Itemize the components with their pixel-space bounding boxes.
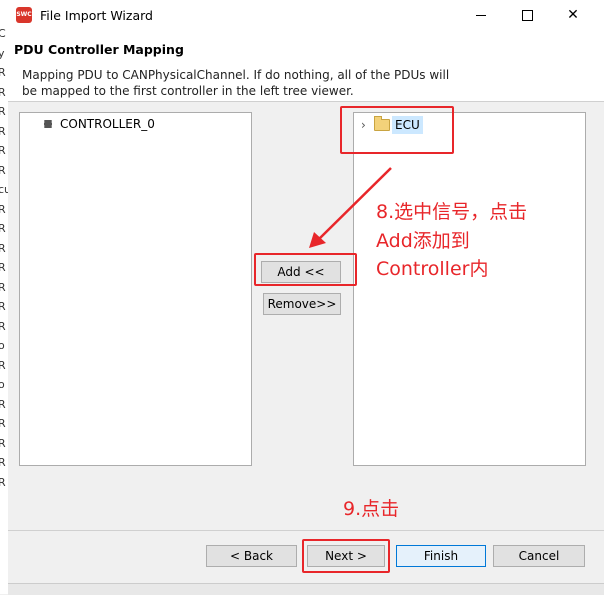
background-edge-char: R xyxy=(0,457,8,469)
background-edge-char: R xyxy=(0,321,8,333)
cancel-button[interactable]: Cancel xyxy=(493,545,585,567)
annotation-box-add xyxy=(254,253,357,286)
window-title: File Import Wizard xyxy=(40,8,153,23)
background-edge-char: R xyxy=(0,477,8,489)
tree-item-label: CONTROLLER_0 xyxy=(60,117,155,131)
next-button[interactable]: Next > xyxy=(307,545,385,567)
background-edge-char: y xyxy=(0,48,8,60)
page-description: Mapping PDU to CANPhysicalChannel. If do… xyxy=(22,68,450,98)
annotation-box-ecu xyxy=(340,106,454,154)
wizard-header: PDU Controller Mapping Mapping PDU to CA… xyxy=(8,31,604,102)
background-edge-char: R xyxy=(0,243,8,255)
background-edge-char: R xyxy=(0,165,8,177)
background-edge-char: R xyxy=(0,262,8,274)
minimize-button[interactable] xyxy=(458,0,504,31)
title-bar[interactable]: SWC File Import Wizard ✕ xyxy=(8,0,604,31)
back-button[interactable]: < Back xyxy=(206,545,297,567)
background-edge-char: R xyxy=(0,438,8,450)
close-button[interactable]: ✕ xyxy=(550,0,596,31)
controller-tree[interactable]: CONTROLLER_0 xyxy=(19,112,252,466)
pdu-tree[interactable]: › ECU xyxy=(353,112,586,466)
background-edge-char: R xyxy=(0,418,8,430)
dialog-bottom-edge xyxy=(8,583,604,595)
background-edge-char: R xyxy=(0,67,8,79)
annotation-step9: 9.点击 xyxy=(343,498,400,520)
annotation-step8-line1: 8.选中信号，点击 xyxy=(376,201,528,223)
background-edge-char: cu xyxy=(0,184,8,196)
remove-button[interactable]: Remove>> xyxy=(263,293,341,315)
annotation-step8-line3: Controller内 xyxy=(376,258,489,280)
tree-item-controller[interactable]: CONTROLLER_0 xyxy=(20,115,249,133)
minimize-icon xyxy=(476,15,486,16)
close-icon: ✕ xyxy=(567,7,579,23)
background-edge-char: R xyxy=(0,106,8,118)
page-title: PDU Controller Mapping xyxy=(14,42,184,57)
arrow-head-icon xyxy=(309,232,326,248)
maximize-button[interactable] xyxy=(504,0,550,31)
controller-node-icon xyxy=(44,120,52,128)
background-edge-char: R xyxy=(0,282,8,294)
background-edge-char: o xyxy=(0,379,8,391)
background-edge-char: C xyxy=(0,28,8,40)
file-import-wizard-dialog: SWC File Import Wizard ✕ PDU Controller … xyxy=(8,0,604,595)
annotation-step8-line2: Add添加到 xyxy=(376,230,470,252)
finish-button[interactable]: Finish xyxy=(396,545,486,567)
background-edge-char: R xyxy=(0,145,8,157)
maximize-icon xyxy=(522,10,533,21)
footer-separator xyxy=(8,530,604,531)
background-edge-char: o xyxy=(0,340,8,352)
background-edge-char: R xyxy=(0,126,8,138)
background-edge-char: R xyxy=(0,301,8,313)
background-edge-char: R xyxy=(0,399,8,411)
background-edge-char: R xyxy=(0,223,8,235)
background-edge-char: R xyxy=(0,87,8,99)
background-edge-char: R xyxy=(0,204,8,216)
app-icon: SWC xyxy=(16,7,32,23)
background-edge-char: R xyxy=(0,360,8,372)
